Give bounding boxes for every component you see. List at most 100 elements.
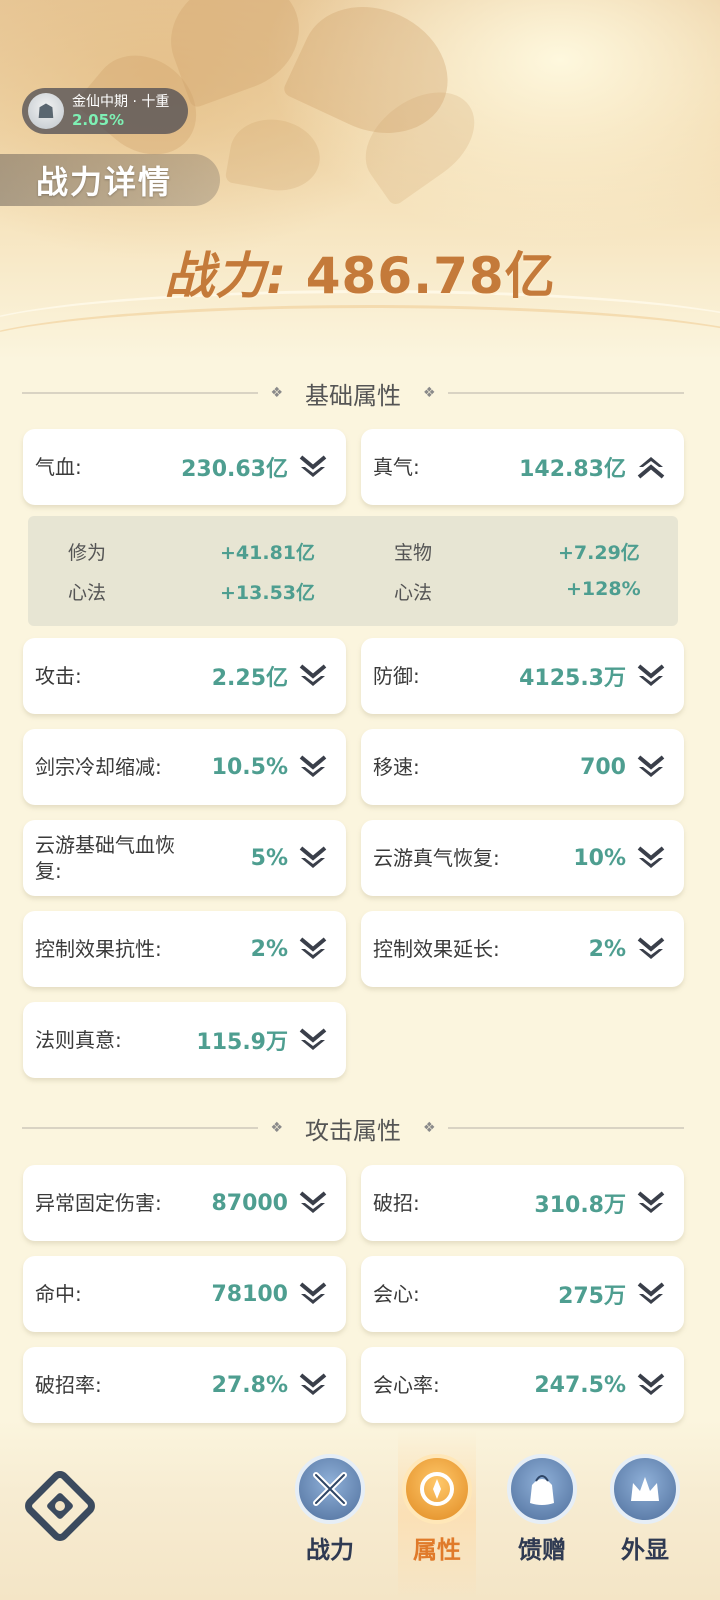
stat-label: 破招率:	[35, 1373, 102, 1397]
stat-value: 142.83亿	[519, 457, 626, 482]
attribute-shield-icon	[402, 1454, 472, 1524]
diamond-ornament-icon: ❖	[423, 1120, 436, 1136]
stat-value: 247.5%	[534, 1372, 626, 1398]
zhenqi-detail-panel: 修为 +41.81亿 宝物 +7.29亿 心法 +13.53亿 心法 +128%	[28, 516, 678, 626]
expand-chevron-icon[interactable]	[296, 932, 330, 966]
stat-value: 115.9万	[196, 1030, 288, 1055]
stat-label: 会心:	[373, 1282, 420, 1306]
stat-card[interactable]: 真气: 142.83亿	[361, 429, 684, 505]
stat-card[interactable]: 移速: 700	[361, 729, 684, 805]
stat-label: 云游基础气血恢复:	[35, 833, 175, 883]
stat-label: 真气:	[373, 455, 420, 479]
diamond-ornament-icon: ❖	[270, 1120, 283, 1136]
expand-chevron-icon[interactable]	[634, 932, 668, 966]
detail-label: 宝物	[394, 542, 433, 564]
stat-label: 云游真气恢复:	[373, 846, 500, 870]
stat-value: 700	[580, 754, 626, 780]
stat-value: 310.8万	[534, 1193, 626, 1218]
stat-value: 10%	[573, 845, 626, 871]
stat-card[interactable]: 破招率: 27.8%	[23, 1347, 346, 1423]
stat-card[interactable]: 攻击: 2.25亿	[23, 638, 346, 714]
stat-label: 攻击:	[35, 664, 82, 688]
stat-label: 防御:	[373, 664, 420, 688]
stat-value: 230.63亿	[181, 457, 288, 482]
stat-label: 移速:	[373, 755, 420, 779]
stat-value: 2%	[250, 936, 288, 962]
stat-card[interactable]: 云游基础气血恢复: 5%	[23, 820, 346, 896]
expand-chevron-icon[interactable]	[296, 450, 330, 484]
stat-value: 27.8%	[211, 1372, 288, 1398]
expand-chevron-icon[interactable]	[634, 659, 668, 693]
section-header-attack: ❖ 攻击属性 ❖	[22, 1113, 684, 1145]
realm-name: 金仙中期 · 十重	[72, 94, 170, 110]
detail-value: +41.81亿	[220, 542, 316, 564]
realm-progress: 2.05%	[72, 111, 125, 129]
stat-value: 78100	[211, 1281, 288, 1307]
stat-label: 破招:	[373, 1191, 420, 1215]
tab-label: 战力	[306, 1536, 354, 1564]
stat-card[interactable]: 法则真意: 115.9万	[23, 1002, 346, 1078]
stat-value: 5%	[250, 845, 288, 871]
tab-gifts[interactable]: 馈赠	[502, 1448, 582, 1598]
tab-label: 馈赠	[518, 1536, 566, 1564]
stat-label: 控制效果延长:	[373, 937, 500, 961]
expand-chevron-icon[interactable]	[296, 1023, 330, 1057]
tab-attributes[interactable]: 属性	[397, 1448, 477, 1598]
section-title-attack: 攻击属性	[305, 1116, 401, 1145]
stat-card[interactable]: 云游真气恢复: 10%	[361, 820, 684, 896]
stat-card[interactable]: 控制效果延长: 2%	[361, 911, 684, 987]
expand-chevron-icon[interactable]	[634, 750, 668, 784]
stat-card[interactable]: 气血: 230.63亿	[23, 429, 346, 505]
section-title-basic: 基础属性	[305, 381, 401, 410]
expand-chevron-icon[interactable]	[296, 1186, 330, 1220]
expand-chevron-icon[interactable]	[634, 841, 668, 875]
expand-chevron-icon[interactable]	[296, 1277, 330, 1311]
collapse-chevron-icon[interactable]	[634, 450, 668, 484]
tab-appearance[interactable]: 外显	[605, 1448, 685, 1598]
expand-chevron-icon[interactable]	[634, 1368, 668, 1402]
detail-value: +13.53亿	[220, 582, 316, 604]
stat-value: 2%	[588, 936, 626, 962]
character-avatar-icon: ☗	[28, 93, 64, 129]
stat-card[interactable]: 防御: 4125.3万	[361, 638, 684, 714]
detail-label: 心法	[394, 582, 433, 604]
expand-chevron-icon[interactable]	[296, 659, 330, 693]
detail-label: 修为	[68, 542, 107, 564]
total-power: 战力: 486.78亿	[0, 236, 720, 308]
stat-value: 275万	[558, 1284, 626, 1309]
diamond-ornament-icon: ❖	[270, 385, 283, 401]
expand-chevron-icon[interactable]	[634, 1277, 668, 1311]
power-label: 战力:	[164, 247, 288, 305]
stat-value: 10.5%	[211, 754, 288, 780]
stat-label: 剑宗冷却缩减:	[35, 755, 162, 779]
tab-label: 外显	[621, 1536, 669, 1564]
tab-power[interactable]: 战力	[290, 1448, 370, 1598]
detail-value: +7.29亿	[558, 542, 640, 564]
stat-label: 会心率:	[373, 1373, 440, 1397]
stat-value: 2.25亿	[211, 666, 288, 691]
stat-card[interactable]: 破招: 310.8万	[361, 1165, 684, 1241]
stat-label: 气血:	[35, 455, 82, 479]
stat-card[interactable]: 命中: 78100	[23, 1256, 346, 1332]
stat-label: 法则真意:	[35, 1028, 122, 1052]
expand-chevron-icon[interactable]	[296, 750, 330, 784]
stat-label: 控制效果抗性:	[35, 937, 162, 961]
stat-card[interactable]: 异常固定伤害: 87000	[23, 1165, 346, 1241]
crown-appearance-icon	[610, 1454, 680, 1524]
stat-card[interactable]: 控制效果抗性: 2%	[23, 911, 346, 987]
stat-card[interactable]: 会心率: 247.5%	[361, 1347, 684, 1423]
stat-value: 87000	[211, 1190, 288, 1216]
stat-card[interactable]: 会心: 275万	[361, 1256, 684, 1332]
stat-label: 命中:	[35, 1282, 82, 1306]
page-title: 战力详情	[0, 154, 220, 206]
home-logo-icon[interactable]	[22, 1468, 98, 1544]
expand-chevron-icon[interactable]	[634, 1186, 668, 1220]
realm-badge[interactable]: ☗ 金仙中期 · 十重 2.05%	[22, 88, 188, 134]
expand-chevron-icon[interactable]	[296, 1368, 330, 1402]
section-header-basic: ❖ 基础属性 ❖	[22, 378, 684, 410]
gift-bag-icon	[507, 1454, 577, 1524]
stat-label: 异常固定伤害:	[35, 1191, 162, 1215]
diamond-ornament-icon: ❖	[423, 385, 436, 401]
expand-chevron-icon[interactable]	[296, 841, 330, 875]
stat-card[interactable]: 剑宗冷却缩减: 10.5%	[23, 729, 346, 805]
